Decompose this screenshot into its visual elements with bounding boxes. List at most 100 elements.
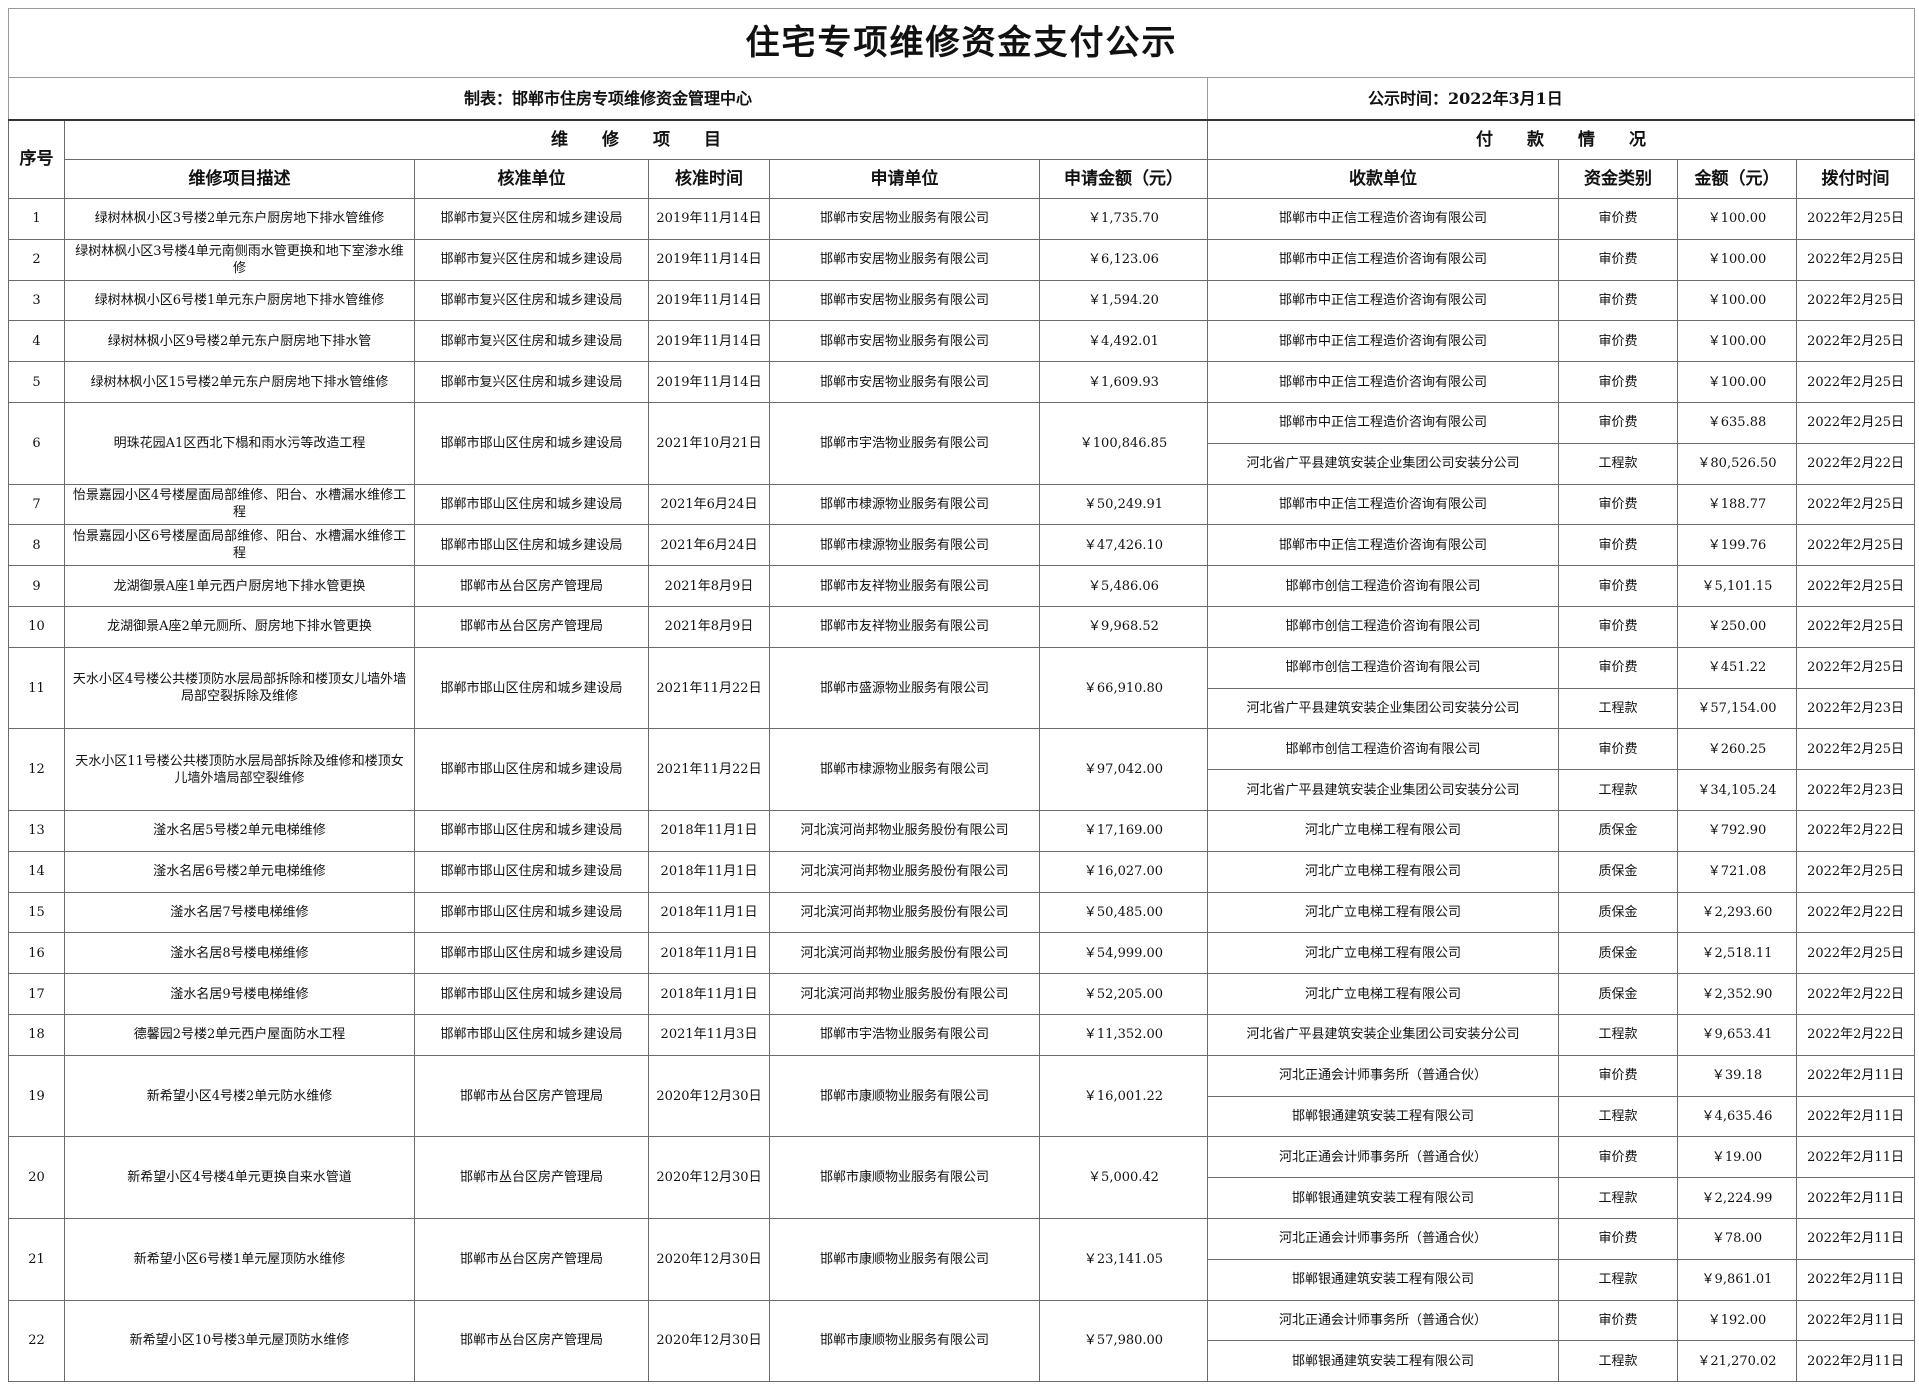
fund-type: 审价费 [1558, 1299, 1678, 1342]
fund-type: 质保金 [1558, 891, 1678, 934]
payment-date: 2022年2月25日 [1795, 565, 1916, 607]
table-row: 2 绿树林枫小区3号楼4单元南侧雨水管更换和地下室渗水维修 邯郸市复兴区住房和城乡建… [8, 238, 1916, 281]
payment-date: 2022年2月11日 [1795, 1217, 1916, 1260]
payee: 河北正通会计师事务所（普通合伙） [1207, 1054, 1559, 1097]
payment-date: 2022年2月25日 [1795, 605, 1916, 648]
payment-date: 2022年2月11日 [1795, 1054, 1916, 1097]
payment-amount: ￥9,861.01 [1677, 1258, 1797, 1301]
row-number: 17 [8, 973, 65, 1015]
approval-date: 2021年11月22日 [648, 646, 770, 730]
table-row: 9 龙湖御景A座1单元西户厨房地下排水管更换 邯郸市丛台区房产管理局 2021年8月9… [8, 565, 1916, 607]
applied-amount: ￥4,492.01 [1039, 320, 1208, 363]
applied-amount: ￥52,205.00 [1039, 973, 1208, 1015]
applying-unit: 邯郸市康顺物业服务有限公司 [769, 1054, 1040, 1138]
approval-date: 2020年12月30日 [648, 1136, 770, 1219]
header-payment-group: 付 款 情 况 [1206, 119, 1916, 160]
approval-date: 2021年8月9日 [648, 565, 770, 607]
payment-date: 2022年2月25日 [1795, 361, 1916, 403]
applied-amount: ￥5,000.42 [1039, 1136, 1208, 1219]
payment-amount: ￥9,653.41 [1677, 1013, 1797, 1056]
table-row: 14 滏水名居6号楼2单元电梯维修 邯郸市邯山区住房和城乡建设局 2018年11月1日… [8, 850, 1916, 893]
header-desc: 维修项目描述 [64, 159, 415, 199]
payment-date: 2022年2月25日 [1795, 646, 1916, 689]
approval-date: 2021年11月3日 [648, 1013, 770, 1056]
table-row: 5 绿树林枫小区15号楼2单元东户厨房地下排水管维修 邯郸市复兴区住房和城乡建设局 2… [8, 361, 1916, 403]
fund-type: 审价费 [1558, 198, 1678, 240]
applying-unit: 邯郸市康顺物业服务有限公司 [769, 1136, 1040, 1219]
project-description: 绿树林枫小区15号楼2单元东户厨房地下排水管维修 [64, 361, 415, 403]
table-row: 7 怡景嘉园小区4号楼屋面局部维修、阳台、水槽漏水维修工程 邯郸市邯山区住房和城乡建… [8, 483, 1916, 526]
approving-unit: 邯郸市复兴区住房和城乡建设局 [414, 279, 649, 322]
approval-date: 2020年12月30日 [648, 1054, 770, 1138]
fund-type: 审价费 [1558, 483, 1678, 526]
row-number: 3 [8, 279, 65, 322]
payment-amount: ￥721.08 [1677, 850, 1797, 893]
payment-amount: ￥100.00 [1677, 198, 1797, 240]
row-number: 22 [8, 1299, 65, 1383]
fund-type: 审价费 [1558, 238, 1678, 281]
fund-type: 工程款 [1558, 442, 1678, 485]
table-row: 6 明珠花园A1区西北下榻和雨水污等改造工程 邯郸市邯山区住房和城乡建设局 2021年… [8, 401, 1916, 485]
header-seq: 序号 [8, 119, 65, 199]
table-row: 19 新希望小区4号楼2单元防水维修 邯郸市丛台区房产管理局 2020年12月30日邯… [8, 1054, 1916, 1138]
header-payee: 收款单位 [1207, 159, 1559, 199]
payee: 河北广立电梯工程有限公司 [1207, 891, 1559, 934]
payment-date: 2022年2月22日 [1795, 973, 1916, 1015]
applied-amount: ￥100,846.85 [1039, 401, 1208, 485]
applied-amount: ￥1,609.93 [1039, 361, 1208, 403]
approving-unit: 邯郸市邯山区住房和城乡建设局 [414, 1013, 649, 1056]
payment-date: 2022年2月11日 [1795, 1136, 1916, 1179]
payment-amount: ￥5,101.15 [1677, 565, 1797, 607]
applying-unit: 邯郸市友祥物业服务有限公司 [769, 565, 1040, 607]
payee: 邯郸银通建筑安装工程有限公司 [1207, 1095, 1559, 1138]
header-pay-date: 拨付时间 [1795, 159, 1916, 199]
approving-unit: 邯郸市邯山区住房和城乡建设局 [414, 891, 649, 934]
approval-date: 2018年11月1日 [648, 932, 770, 975]
publish-date: 公示时间：2022年3月1日 [1206, 77, 1916, 121]
table-row: 1 绿树林枫小区3号楼2单元东户厨房地下排水管维修 邯郸市复兴区住房和城乡建设局 20… [8, 198, 1916, 240]
applying-unit: 邯郸市安居物业服务有限公司 [769, 361, 1040, 403]
header-project-group: 维 修 项 目 [64, 119, 1208, 160]
approving-unit: 邯郸市邯山区住房和城乡建设局 [414, 973, 649, 1015]
project-description: 新希望小区6号楼1单元屋顶防水维修 [64, 1217, 415, 1301]
header-approver: 核准单位 [414, 159, 649, 199]
payee: 河北广立电梯工程有限公司 [1207, 809, 1559, 852]
row-number: 5 [8, 361, 65, 403]
fund-type: 质保金 [1558, 973, 1678, 1015]
payment-date: 2022年2月25日 [1795, 850, 1916, 893]
applying-unit: 河北滨河尚邦物业服务股份有限公司 [769, 891, 1040, 934]
applied-amount: ￥1,735.70 [1039, 198, 1208, 240]
payee: 邯郸市中正信工程造价咨询有限公司 [1207, 198, 1559, 240]
payment-date: 2022年2月22日 [1795, 891, 1916, 934]
payee: 邯郸银通建筑安装工程有限公司 [1207, 1177, 1559, 1219]
approval-date: 2021年11月22日 [648, 728, 770, 811]
spreadsheet: 住宅专项维修资金支付公示 制表：邯郸市住房专项维修资金管理中心 公示时间：202… [7, 8, 1916, 1383]
project-description: 滏水名居9号楼电梯维修 [64, 973, 415, 1015]
approval-date: 2019年11月14日 [648, 238, 770, 281]
approving-unit: 邯郸市邯山区住房和城乡建设局 [414, 728, 649, 811]
row-number: 18 [8, 1013, 65, 1056]
table-row: 13 滏水名居5号楼2单元电梯维修 邯郸市邯山区住房和城乡建设局 2018年11月1日… [8, 809, 1916, 852]
fund-type: 工程款 [1558, 1177, 1678, 1219]
payee: 邯郸市中正信工程造价咨询有限公司 [1207, 238, 1559, 281]
table-row: 15 滏水名居7号楼电梯维修 邯郸市邯山区住房和城乡建设局 2018年11月1日 河北滨… [8, 891, 1916, 934]
applying-unit: 邯郸市棣源物业服务有限公司 [769, 728, 1040, 811]
applying-unit: 邯郸市安居物业服务有限公司 [769, 320, 1040, 363]
approval-date: 2019年11月14日 [648, 279, 770, 322]
payment-amount: ￥80,526.50 [1677, 442, 1797, 485]
payment-date: 2022年2月23日 [1795, 687, 1916, 730]
payment-date: 2022年2月25日 [1795, 483, 1916, 526]
payment-amount: ￥250.00 [1677, 605, 1797, 648]
fund-type: 工程款 [1558, 1013, 1678, 1056]
approving-unit: 邯郸市复兴区住房和城乡建设局 [414, 361, 649, 403]
approval-date: 2021年6月24日 [648, 483, 770, 526]
payment-amount: ￥260.25 [1677, 728, 1797, 771]
approving-unit: 邯郸市复兴区住房和城乡建设局 [414, 320, 649, 363]
applied-amount: ￥97,042.00 [1039, 728, 1208, 811]
project-description: 滏水名居6号楼2单元电梯维修 [64, 850, 415, 893]
project-description: 德馨园2号楼2单元西户屋面防水工程 [64, 1013, 415, 1056]
payment-amount: ￥78.00 [1677, 1217, 1797, 1260]
payee: 河北正通会计师事务所（普通合伙） [1207, 1299, 1559, 1342]
fund-type: 审价费 [1558, 320, 1678, 363]
payee: 邯郸市中正信工程造价咨询有限公司 [1207, 401, 1559, 444]
